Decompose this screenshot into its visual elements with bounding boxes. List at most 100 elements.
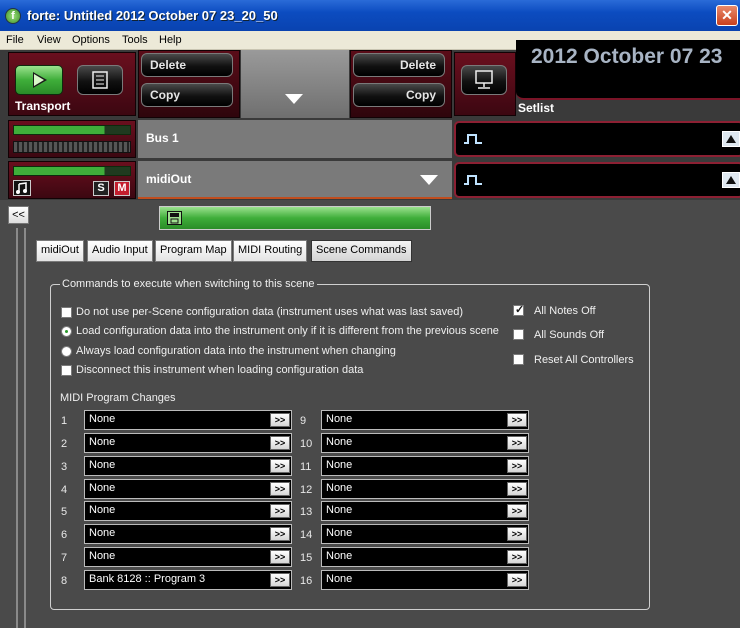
- disconnect-checkbox[interactable]: [61, 365, 72, 376]
- close-button[interactable]: ✕: [716, 5, 738, 26]
- copy-right-button[interactable]: Copy: [353, 83, 445, 107]
- chevron-down-icon: [285, 94, 303, 104]
- program-change-browse-button[interactable]: >>: [507, 413, 527, 427]
- menu-view[interactable]: View: [37, 34, 61, 46]
- program-change-browse-button[interactable]: >>: [507, 436, 527, 450]
- program-change-field[interactable]: None: [84, 501, 292, 521]
- program-change-number: 9: [300, 415, 307, 427]
- program-change-number: 5: [61, 506, 68, 518]
- program-change-field[interactable]: None: [84, 433, 292, 453]
- bus-header[interactable]: Bus 1: [138, 120, 452, 158]
- program-change-field[interactable]: None: [321, 456, 529, 476]
- delete-right-button[interactable]: Delete: [353, 53, 445, 77]
- program-change-browse-button[interactable]: >>: [270, 573, 290, 587]
- program-change-browse-button[interactable]: >>: [507, 459, 527, 473]
- instrument-expand-button[interactable]: [722, 172, 740, 188]
- monitor-button[interactable]: [461, 65, 507, 95]
- play-button[interactable]: [15, 65, 63, 95]
- title-bar: f forte: Untitled 2012 October 07 23_20_…: [0, 0, 740, 31]
- program-change-field[interactable]: None: [321, 501, 529, 521]
- program-change-field[interactable]: None: [321, 524, 529, 544]
- program-change-number: 13: [300, 506, 313, 518]
- program-change-field[interactable]: None: [84, 410, 292, 430]
- program-change-number: 4: [61, 484, 68, 496]
- program-change-field[interactable]: None: [84, 524, 292, 544]
- chevron-down-icon: [420, 175, 438, 185]
- all-notes-off-label: All Notes Off: [534, 305, 596, 317]
- instrument-panel: S M: [8, 161, 136, 199]
- setlist-display[interactable]: 2012 October 07 23: [516, 40, 740, 100]
- setlist-banner: 2012 October 07 23: [531, 45, 723, 68]
- tab-scene-commands[interactable]: Scene Commands: [311, 240, 412, 262]
- program-change-field[interactable]: None: [84, 479, 292, 499]
- midi-program-changes-title: MIDI Program Changes: [60, 392, 176, 404]
- all-sounds-off-checkbox[interactable]: [513, 329, 524, 340]
- bus-level-bar: [13, 125, 131, 135]
- program-change-browse-button[interactable]: >>: [507, 504, 527, 518]
- menu-help[interactable]: Help: [159, 34, 182, 46]
- scene-selector[interactable]: [241, 50, 349, 118]
- tab-midi-routing[interactable]: MIDI Routing: [233, 240, 308, 262]
- instrument-header[interactable]: midiOut: [138, 161, 452, 199]
- tab-audio-input[interactable]: Audio Input: [87, 240, 153, 262]
- menu-options[interactable]: Options: [72, 34, 110, 46]
- solo-button[interactable]: S: [93, 181, 109, 196]
- program-change-field[interactable]: None: [321, 479, 529, 499]
- music-note-icon: [16, 182, 27, 194]
- program-change-browse-button[interactable]: >>: [270, 504, 290, 518]
- chevron-up-icon: [726, 135, 736, 143]
- program-change-field[interactable]: None: [321, 410, 529, 430]
- menu-tools[interactable]: Tools: [122, 34, 148, 46]
- all-notes-off-checkbox[interactable]: [513, 303, 524, 316]
- program-change-browse-button[interactable]: >>: [270, 459, 290, 473]
- program-change-field[interactable]: None: [84, 456, 292, 476]
- program-change-field[interactable]: None: [321, 547, 529, 567]
- mute-button[interactable]: M: [114, 181, 130, 196]
- waveform-icon: [464, 134, 482, 144]
- program-change-browse-button[interactable]: >>: [507, 573, 527, 587]
- program-change-number: 10: [300, 438, 313, 450]
- bus-expand-button[interactable]: [722, 131, 740, 147]
- program-change-browse-button[interactable]: >>: [507, 550, 527, 564]
- program-change-browse-button[interactable]: >>: [507, 527, 527, 541]
- bus-plugin-slot[interactable]: [454, 121, 740, 157]
- program-change-browse-button[interactable]: >>: [507, 482, 527, 496]
- program-change-field[interactable]: Bank 8128 :: Program 3: [84, 570, 292, 590]
- no-per-scene-label: Do not use per-Scene configuration data …: [76, 306, 464, 318]
- reset-controllers-checkbox[interactable]: [513, 354, 524, 365]
- playlist-button[interactable]: [77, 65, 123, 95]
- instrument-level-bar: [13, 166, 131, 176]
- no-per-scene-checkbox[interactable]: [61, 307, 72, 318]
- instrument-plugin-slot[interactable]: [454, 162, 740, 198]
- window-title: forte: Untitled 2012 October 07 23_20_50: [27, 8, 278, 23]
- program-change-number: 14: [300, 529, 313, 541]
- program-change-number: 12: [300, 484, 313, 496]
- program-change-browse-button[interactable]: >>: [270, 436, 290, 450]
- tab-program-map[interactable]: Program Map: [155, 240, 232, 262]
- program-change-browse-button[interactable]: >>: [270, 550, 290, 564]
- program-change-browse-button[interactable]: >>: [270, 413, 290, 427]
- program-change-number: 16: [300, 575, 313, 587]
- bus-meter-panel: [8, 120, 136, 158]
- program-change-browse-button[interactable]: >>: [270, 482, 290, 496]
- program-change-field[interactable]: None: [321, 570, 529, 590]
- load-if-different-label: Load configuration data into the instrum…: [76, 325, 499, 337]
- delete-left-button[interactable]: Delete: [141, 53, 233, 77]
- program-change-field[interactable]: None: [321, 433, 529, 453]
- instrument-save-bar[interactable]: [159, 206, 431, 230]
- save-icon[interactable]: [167, 211, 182, 225]
- copy-left-button[interactable]: Copy: [141, 83, 233, 107]
- collapse-button[interactable]: <<: [8, 206, 29, 224]
- load-if-different-radio[interactable]: [61, 326, 72, 337]
- program-change-number: 7: [61, 552, 68, 564]
- always-load-radio[interactable]: [61, 346, 72, 357]
- bus-meter: [13, 141, 131, 153]
- program-change-browse-button[interactable]: >>: [270, 527, 290, 541]
- tab-midiout[interactable]: midiOut: [36, 240, 84, 262]
- program-change-field[interactable]: None: [84, 547, 292, 567]
- transport-label: Transport: [15, 99, 71, 113]
- instrument-icon-button[interactable]: [13, 180, 31, 196]
- tree-guide-2: [24, 228, 26, 628]
- menu-file[interactable]: File: [6, 34, 24, 46]
- setlist-label: Setlist: [518, 101, 555, 115]
